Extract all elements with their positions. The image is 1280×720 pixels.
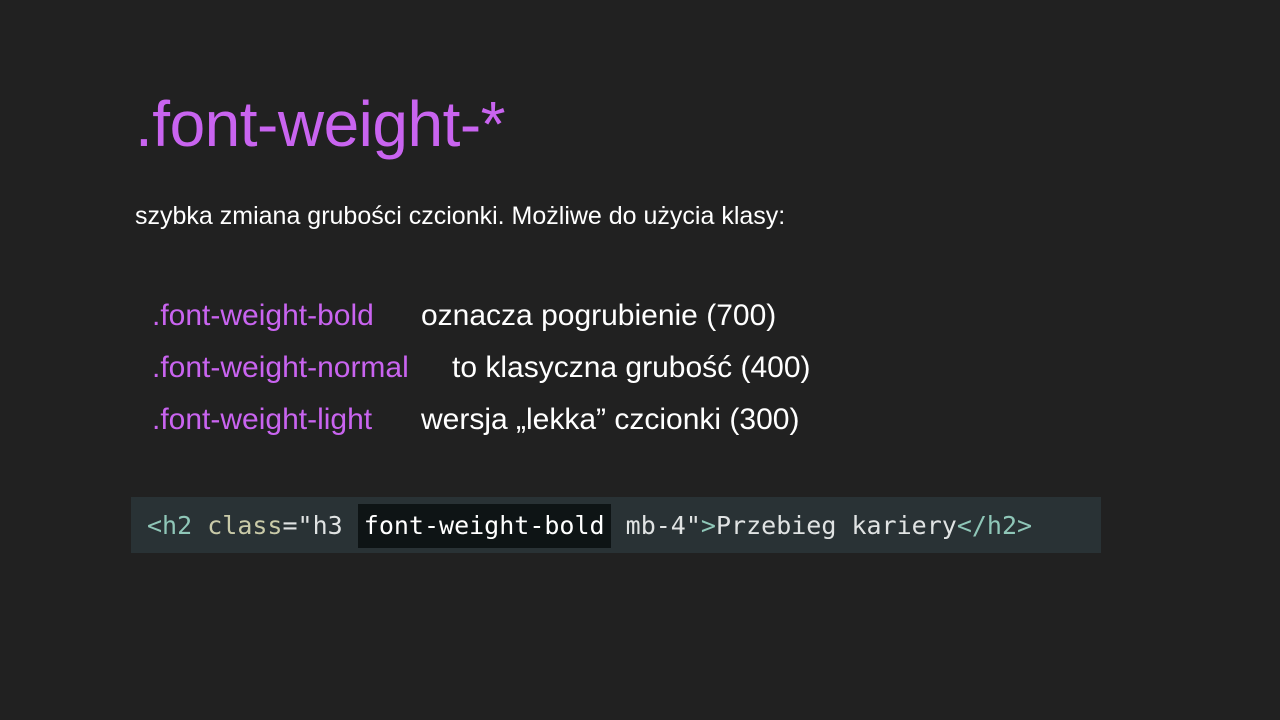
code-tag-close: > [700,511,716,540]
font-weight-class-list: .font-weight-bold oznacza pogrubienie (70… [152,290,811,446]
code-attr-value-start: ="h3 [282,511,343,540]
code-attr-value-rest: mb-4" [625,511,701,540]
slide-title: .font-weight-* [135,88,506,160]
code-highlighted-class: font-weight-bold [357,504,611,548]
class-name-normal: .font-weight-normal [152,351,409,384]
code-example: <h2 class="h3 font-weight-bold mb-4">Prz… [131,497,1101,553]
slide-subtitle: szybka zmiana grubości czcionki. Możliwe… [135,202,786,230]
list-item-bold: .font-weight-bold oznacza pogrubienie (70… [152,290,811,342]
list-item-light: .font-weight-light wersja „lekka” czcionk… [152,394,811,446]
class-description-light: wersja „lekka” czcionki (300) [421,403,800,436]
code-open-tag: <h2 [147,511,193,540]
code-attr-name: class [207,511,283,540]
class-name-light: .font-weight-light [152,403,373,436]
class-description-normal: to klasyczna grubość (400) [452,351,811,384]
class-name-bold: .font-weight-bold [152,299,374,332]
code-close-tag: </h2> [956,511,1033,540]
list-item-normal: .font-weight-normal to klasyczna grubość … [152,342,811,394]
code-content: Przebieg kariery [715,511,957,540]
presentation-slide: .font-weight-* szybka zmiana grubości cz… [0,0,1280,720]
class-description-bold: oznacza pogrubienie (700) [421,299,777,332]
